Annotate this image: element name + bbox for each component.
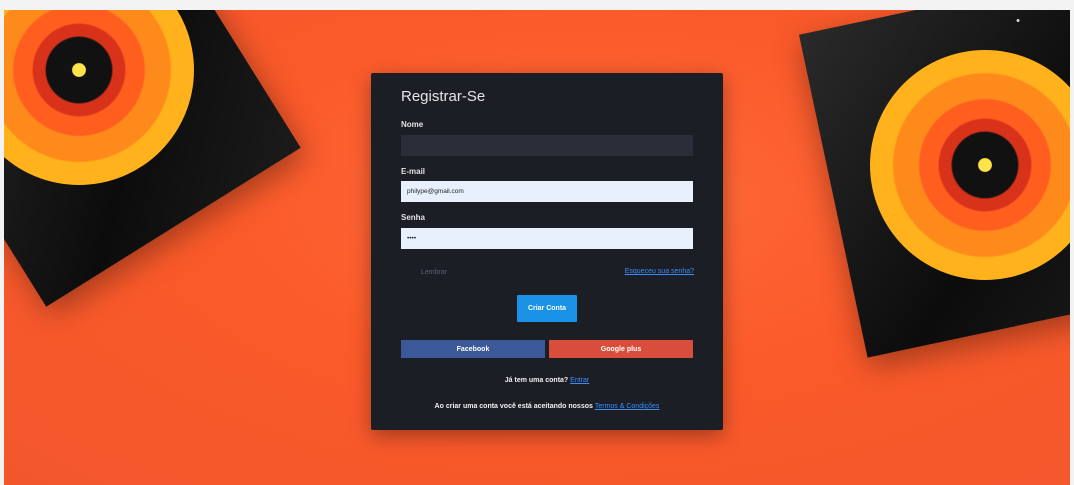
dot-icon: •: [1016, 15, 1020, 27]
remember-checkbox-label[interactable]: Lembrar: [421, 269, 447, 276]
password-label: Senha: [401, 213, 426, 222]
name-label: Nome: [401, 120, 424, 129]
terms-text: Ao criar uma conta você está aceitando n…: [434, 403, 593, 410]
login-link[interactable]: Entrar: [570, 377, 589, 384]
create-account-button[interactable]: Criar Conta: [517, 295, 577, 322]
email-input[interactable]: [401, 181, 693, 202]
email-label: E-mail: [401, 167, 426, 176]
terms-line: Ao criar uma conta você está aceitando n…: [371, 403, 723, 410]
register-card: Registrar-Se Nome E-mail Senha Lembrar E…: [371, 73, 723, 430]
google-plus-button[interactable]: Google plus: [549, 340, 693, 358]
forgot-password-link[interactable]: Esqueceu sua senha?: [625, 268, 694, 275]
terms-link[interactable]: Termos & Condições: [595, 403, 660, 410]
facebook-button[interactable]: Facebook: [401, 340, 545, 358]
background-artwork: • Registrar-Se Nome E-mail Senha Lembrar…: [4, 10, 1070, 485]
name-input[interactable]: [401, 135, 693, 156]
have-account-text: Já tem uma conta?: [504, 377, 569, 384]
have-account-line: Já tem uma conta? Entrar: [371, 377, 723, 384]
password-input[interactable]: [401, 228, 693, 249]
form-title: Registrar-Se: [401, 88, 486, 105]
